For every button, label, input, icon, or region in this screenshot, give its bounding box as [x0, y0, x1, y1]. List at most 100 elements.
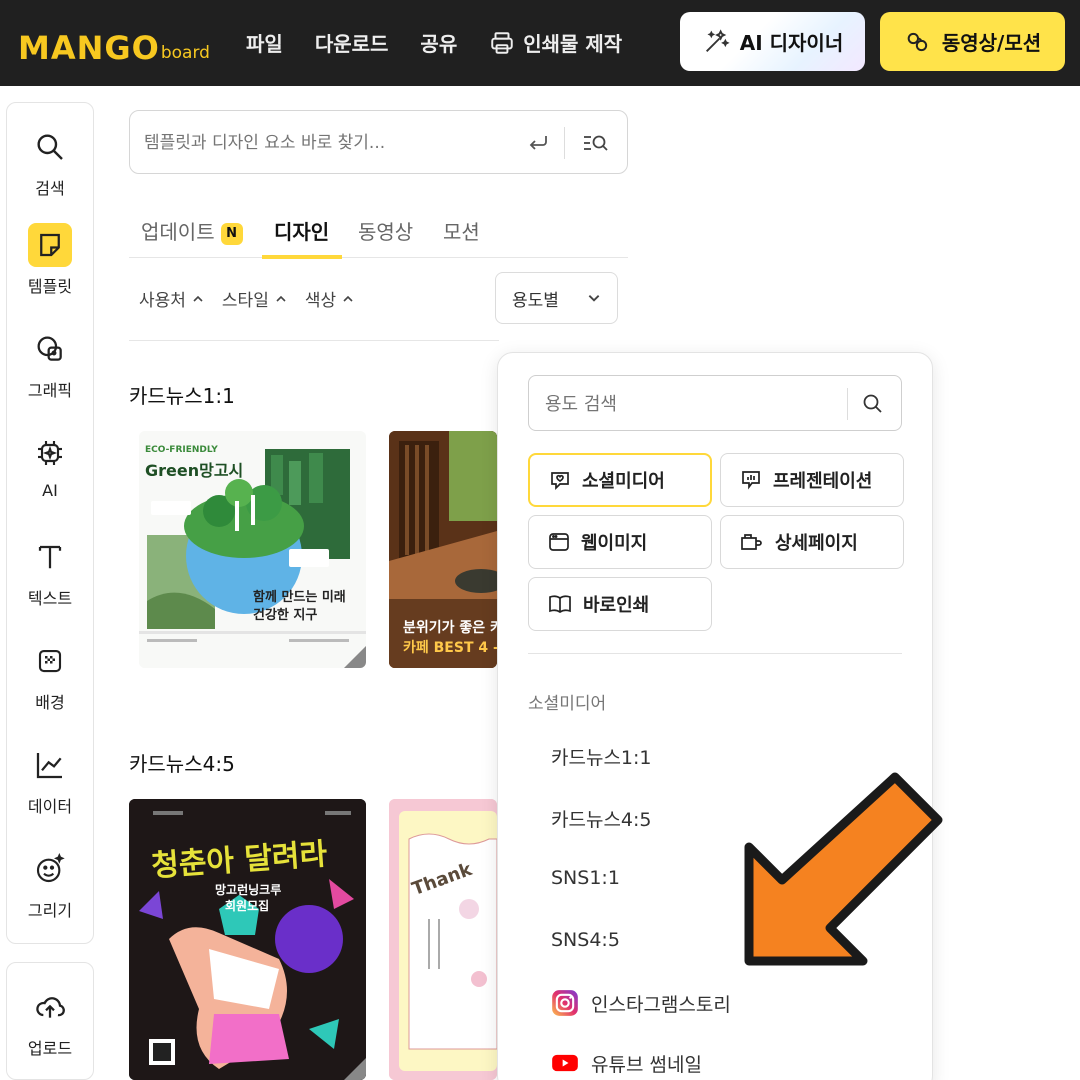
filter-bar: 사용처 스타일 색상 [139, 286, 354, 311]
chevron-up-icon [193, 295, 203, 302]
usage-select[interactable]: 용도별 [495, 272, 618, 324]
sidebar-item-label: 업로드 [27, 1039, 73, 1058]
sidebar-item-label: 그래픽 [27, 381, 73, 400]
search-icon[interactable] [861, 392, 885, 416]
print-book-icon [549, 595, 571, 614]
chevron-up-icon [343, 295, 353, 302]
template-search-box [129, 110, 628, 174]
video-motion-button[interactable]: 동영상/모션 [880, 12, 1065, 71]
sidebar-item-data[interactable]: 데이터 [7, 743, 93, 817]
filter-search-icon[interactable] [582, 131, 610, 155]
menu-file[interactable]: 파일 [246, 28, 283, 57]
logo-main-text: MANGO [18, 29, 160, 67]
usage-select-value: 용도별 [512, 290, 559, 311]
sidebar-item-label: 템플릿 [27, 277, 73, 296]
detail-page-icon [741, 534, 762, 550]
chip-label: 프레젠테이션 [773, 471, 873, 492]
sidebar-item-template[interactable]: 템플릿 [7, 223, 93, 297]
tab-design[interactable]: 디자인 [274, 216, 329, 245]
usage-search-input[interactable] [545, 388, 835, 420]
chip-label: 소셜미디어 [582, 471, 665, 492]
card-sub-1: 망고런닝크루 [215, 883, 282, 897]
logo-sub-text: board [160, 43, 210, 63]
ai-chip-icon [28, 431, 72, 475]
usage-search-divider [847, 388, 848, 420]
option-cardnews-4-5[interactable]: 카드뉴스4:5 [551, 805, 652, 832]
option-youtube-thumbnail[interactable]: 유튜브 썸네일 [551, 1049, 702, 1077]
left-sidebar: 검색 템플릿 그래픽 AI 텍스트 배경 데이터 그리기 [6, 102, 94, 944]
video-motion-label: 동영상/모션 [941, 31, 1042, 55]
category-tabs: 업데이트 N 디자인 동영상 모션 [129, 200, 628, 258]
text-icon [28, 535, 72, 579]
sidebar-item-label: 그리기 [27, 901, 73, 920]
sidebar-item-ai[interactable]: AI [7, 431, 93, 500]
thanks-card-illustration [389, 799, 497, 1080]
sidebar-item-label: 배경 [35, 693, 65, 712]
social-icon [551, 472, 569, 491]
mangoboard-logo[interactable]: MANGO board [18, 24, 210, 64]
active-tab-indicator [262, 255, 342, 259]
search-divider [564, 127, 565, 159]
option-label: SNS1:1 [551, 867, 620, 889]
magic-wand-icon [705, 28, 730, 52]
sidebar-item-label: 검색 [35, 179, 65, 198]
tab-motion-label: 모션 [443, 220, 480, 244]
option-instagram-story[interactable]: 인스타그램스토리 [551, 989, 731, 1017]
filter-usage[interactable]: 사용처 [139, 286, 204, 311]
tab-video[interactable]: 동영상 [358, 216, 413, 245]
tab-update[interactable]: 업데이트 N [141, 216, 243, 245]
filter-style[interactable]: 스타일 [222, 286, 287, 311]
menu-download[interactable]: 다운로드 [315, 28, 389, 57]
sidebar-item-label: 텍스트 [27, 589, 73, 608]
option-label: 유튜브 썸네일 [591, 1053, 702, 1076]
card-caption-2: 카페 BEST 4 - [403, 640, 497, 656]
usage-search-box [528, 375, 902, 431]
background-icon [28, 639, 72, 683]
template-search-input[interactable] [144, 125, 514, 161]
card-caption-2: 건강한 지구 [253, 608, 318, 623]
sidebar-item-label: 데이터 [27, 797, 73, 816]
sidebar-item-text[interactable]: 텍스트 [7, 535, 93, 609]
sidebar-item-upload[interactable]: 업로드 [6, 962, 94, 1080]
chip-social-media[interactable]: 소셜미디어 [528, 453, 712, 507]
web-image-icon [549, 533, 569, 551]
option-cardnews-1-1[interactable]: 카드뉴스1:1 [551, 743, 652, 770]
chip-web-image[interactable]: 웹이미지 [528, 515, 712, 569]
option-sns-1-1[interactable]: SNS1:1 [551, 867, 620, 889]
card-headline: Green망고시 [145, 461, 244, 480]
menu-print-label: 인쇄물 제작 [523, 32, 623, 56]
option-sns-4-5[interactable]: SNS4:5 [551, 929, 620, 951]
template-card-cafe[interactable]: 분위기가 좋은 카 카페 BEST 4 - [389, 431, 497, 668]
chip-direct-print[interactable]: 바로인쇄 [528, 577, 712, 631]
enter-icon[interactable] [526, 131, 550, 155]
tab-motion[interactable]: 모션 [443, 216, 480, 245]
chevron-up-icon [276, 295, 286, 302]
sidebar-item-graphic[interactable]: 그래픽 [7, 327, 93, 401]
menu-print[interactable]: 인쇄물 제작 [489, 28, 622, 57]
template-card-thanks[interactable]: Thank [389, 799, 497, 1080]
new-badge: N [220, 222, 243, 245]
sidebar-item-background[interactable]: 배경 [7, 639, 93, 713]
filter-color[interactable]: 색상 [305, 286, 354, 311]
ai-designer-label: AI 디자이너 [739, 31, 844, 55]
chart-icon [28, 743, 72, 787]
menu-share[interactable]: 공유 [420, 28, 457, 57]
filter-color-label: 색상 [304, 291, 337, 311]
section-divider [129, 340, 499, 341]
cloud-upload-icon [28, 985, 72, 1029]
card-caption-1: 함께 만드는 미래 [253, 590, 346, 605]
chip-detail-page[interactable]: 상세페이지 [720, 515, 904, 569]
instagram-icon [552, 990, 578, 1016]
sidebar-item-search[interactable]: 검색 [7, 125, 93, 199]
template-card-running[interactable]: 청춘아 달려라 망고런닝크루 회원모집 [129, 799, 366, 1080]
dropdown-section-heading: 소셜미디어 [528, 694, 607, 714]
template-card-green[interactable]: ECO-FRIENDLY Green망고시 함께 만드는 미래 건강한 지구 [139, 431, 366, 668]
ai-designer-button[interactable]: AI 디자이너 [680, 12, 865, 71]
printer-icon [491, 31, 513, 54]
chip-presentation[interactable]: 프레젠테이션 [720, 453, 904, 507]
sidebar-item-label: AI [42, 481, 58, 500]
chevron-down-icon [588, 295, 600, 302]
chip-label: 웹이미지 [581, 533, 648, 554]
sidebar-item-draw[interactable]: 그리기 [7, 847, 93, 921]
draw-icon [28, 847, 72, 891]
